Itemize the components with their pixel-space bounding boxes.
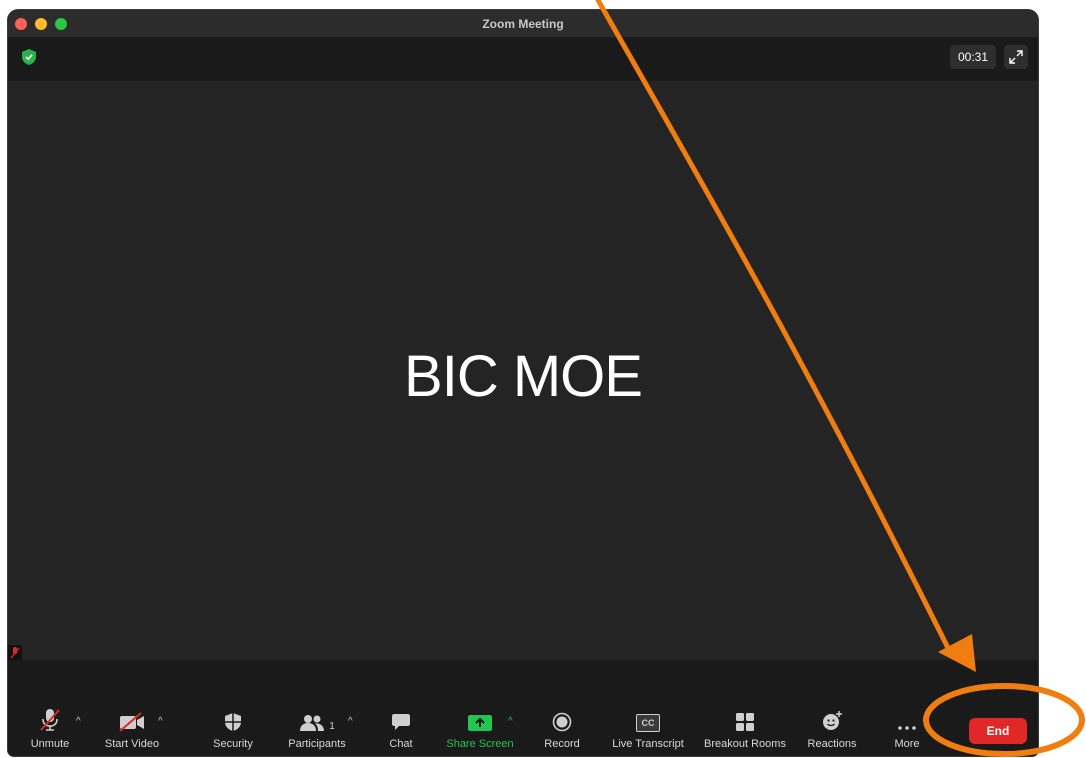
mic-muted-icon	[40, 709, 60, 731]
reactions-icon	[823, 711, 842, 730]
chat-label: Chat	[389, 738, 413, 750]
breakout-rooms-icon	[736, 713, 754, 731]
participants-icon	[300, 715, 325, 731]
video-options-caret[interactable]: ^	[158, 716, 163, 727]
security-button[interactable]: Security	[208, 704, 258, 756]
muted-badge	[8, 645, 22, 661]
more-icon	[898, 726, 916, 730]
participant-name: BIC MOE	[404, 344, 643, 409]
breakout-rooms-label: Breakout Rooms	[704, 738, 786, 750]
record-icon	[552, 712, 572, 732]
zoom-window-button[interactable]	[55, 18, 67, 30]
cc-text: CC	[641, 718, 655, 728]
share-screen-label: Share Screen	[446, 738, 514, 750]
unmute-button[interactable]: Unmute	[28, 704, 72, 756]
mic-muted-icon	[10, 647, 20, 659]
breakout-rooms-button[interactable]: Breakout Rooms	[702, 704, 788, 756]
start-video-label: Start Video	[104, 738, 160, 750]
bottom-strip	[8, 660, 1038, 704]
shield-icon[interactable]	[22, 49, 36, 65]
zoom-window: Zoom Meeting 00:31 BIC MOE Unmute ^ Star…	[8, 10, 1038, 756]
participants-count: 1	[329, 721, 335, 732]
cc-icon: CC	[636, 714, 660, 732]
share-screen-icon	[468, 715, 492, 731]
audio-options-caret[interactable]: ^	[76, 716, 81, 727]
fullscreen-button[interactable]	[1004, 45, 1028, 69]
more-label: More	[894, 738, 920, 750]
meeting-toolbar: Unmute ^ Start Video ^ Security 1 Partic…	[8, 704, 1038, 756]
unmute-label: Unmute	[30, 738, 70, 750]
share-options-caret[interactable]: ^	[508, 716, 513, 727]
reactions-button[interactable]: Reactions	[804, 704, 860, 756]
chat-button[interactable]: Chat	[386, 704, 416, 756]
security-label: Security	[213, 738, 253, 750]
title-bar: Zoom Meeting	[8, 10, 1038, 37]
participants-options-caret[interactable]: ^	[348, 716, 353, 727]
security-icon	[225, 713, 241, 731]
share-screen-button[interactable]: Share Screen	[444, 704, 516, 756]
live-transcript-button[interactable]: CC Live Transcript	[608, 704, 688, 756]
participants-label: Participants	[288, 738, 346, 750]
meeting-top-bar: 00:31	[8, 37, 1038, 81]
more-button[interactable]: More	[890, 704, 924, 756]
fullscreen-icon	[1009, 50, 1023, 64]
participants-button[interactable]: 1 Participants	[284, 704, 350, 756]
start-video-button[interactable]: Start Video	[100, 704, 164, 756]
record-button[interactable]: Record	[542, 704, 582, 756]
chat-icon	[392, 714, 410, 730]
live-transcript-label: Live Transcript	[612, 738, 684, 750]
window-title: Zoom Meeting	[482, 16, 564, 31]
video-off-icon	[119, 712, 144, 732]
close-window-button[interactable]	[15, 18, 27, 30]
minimize-window-button[interactable]	[35, 18, 47, 30]
end-meeting-button[interactable]: End	[969, 718, 1027, 744]
window-controls	[15, 18, 67, 30]
meeting-timer: 00:31	[949, 45, 996, 69]
video-area: BIC MOE	[8, 81, 1038, 661]
reactions-label: Reactions	[807, 738, 857, 750]
record-label: Record	[544, 738, 580, 750]
